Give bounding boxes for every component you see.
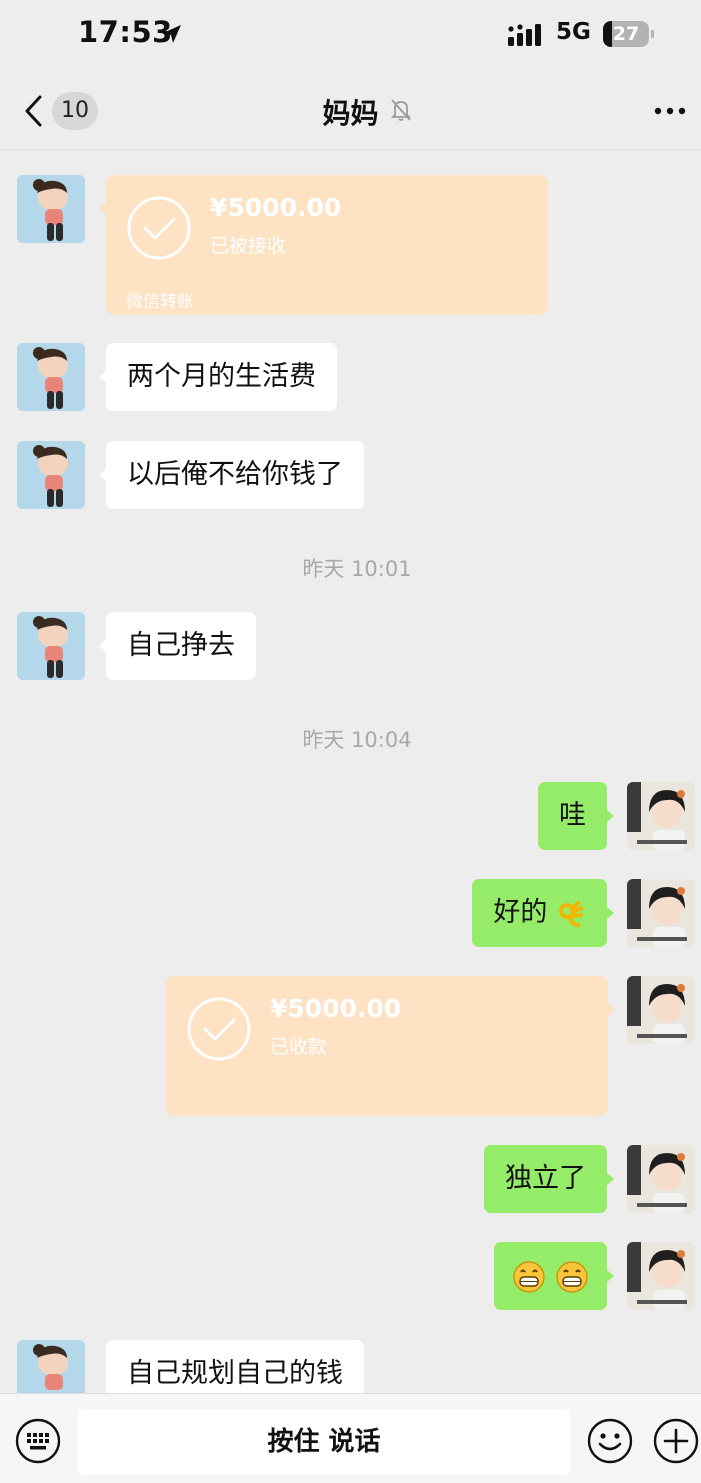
check-circle-icon — [127, 196, 191, 260]
status-time: 17:53 — [78, 15, 173, 49]
contact-avatar-image — [17, 441, 85, 509]
message-timestamp: 昨天 10:04 — [302, 728, 412, 752]
my-avatar-image — [627, 782, 695, 850]
grinning-emoji-icon — [556, 1260, 588, 1293]
muted-bell-icon — [390, 99, 412, 121]
message-bubble-received[interactable]: 两个月的生活费 — [99, 343, 337, 411]
message-timestamp: 昨天 10:01 — [302, 557, 412, 581]
check-circle-icon — [187, 997, 251, 1061]
hold-to-talk-button[interactable]: 按住 说话 — [78, 1409, 570, 1475]
contact-avatar[interactable] — [17, 175, 85, 243]
emoji-icon[interactable] — [587, 1418, 633, 1464]
location-arrow-icon — [163, 25, 181, 43]
network-type: 5G — [556, 19, 591, 45]
message-bubble-sent[interactable]: 好的 — [472, 879, 614, 947]
battery-level: 27 — [612, 23, 640, 45]
transfer-status: 已收款 — [270, 1036, 328, 1058]
my-avatar-image — [627, 1145, 695, 1213]
my-avatar[interactable] — [627, 976, 695, 1044]
plus-icon[interactable] — [653, 1418, 699, 1464]
battery-icon: 27 — [603, 21, 654, 47]
keyboard-icon[interactable] — [15, 1418, 61, 1464]
contact-avatar[interactable] — [17, 343, 85, 411]
contact-avatar-image — [17, 1340, 85, 1393]
my-avatar-image — [627, 1242, 695, 1310]
chat-header: 10 妈妈 — [0, 70, 701, 150]
contact-avatar-image — [17, 175, 85, 243]
transfer-status: 已被接收 — [210, 235, 287, 257]
transfer-amount: ¥5000.00 — [270, 994, 402, 1023]
ok-hand-emoji-icon — [559, 900, 583, 927]
status-bar: 17:53 5G 27 — [0, 0, 701, 70]
grinning-emoji-icon — [513, 1260, 546, 1293]
my-avatar[interactable] — [627, 1242, 695, 1310]
transfer-footer: 微信转账 — [126, 292, 194, 312]
message-bubble-sent[interactable] — [494, 1242, 614, 1310]
my-avatar-image — [627, 879, 695, 947]
message-bubble-sent[interactable]: 哇 — [538, 782, 614, 850]
chat-title: 妈妈 — [322, 97, 379, 130]
contact-avatar[interactable] — [17, 1340, 85, 1393]
contact-avatar-image — [17, 612, 85, 680]
message-bubble-sent[interactable]: 独立了 — [484, 1145, 614, 1213]
my-avatar[interactable] — [627, 1145, 695, 1213]
more-options-button[interactable] — [650, 96, 690, 126]
contact-avatar-image — [17, 343, 85, 411]
message-bubble-received[interactable]: 自己挣去 — [99, 612, 256, 680]
transfer-card-sent[interactable]: ¥5000.00 已收款 — [166, 976, 615, 1116]
my-avatar[interactable] — [627, 879, 695, 947]
message-bubble-received[interactable]: 自己规划自己的钱 — [106, 1340, 364, 1393]
transfer-card-received[interactable]: ¥5000.00 已被接收 微信转账 — [99, 175, 548, 315]
my-avatar[interactable] — [627, 782, 695, 850]
chat-input-bar: 按住 说话 — [0, 1393, 701, 1483]
signal-icon — [508, 24, 541, 46]
message-text: 好的 — [493, 897, 548, 928]
transfer-amount: ¥5000.00 — [210, 193, 342, 222]
message-bubble-received[interactable]: 以后俺不给你钱了 — [99, 441, 364, 509]
my-avatar-image — [627, 976, 695, 1044]
contact-avatar[interactable] — [17, 612, 85, 680]
contact-avatar[interactable] — [17, 441, 85, 509]
